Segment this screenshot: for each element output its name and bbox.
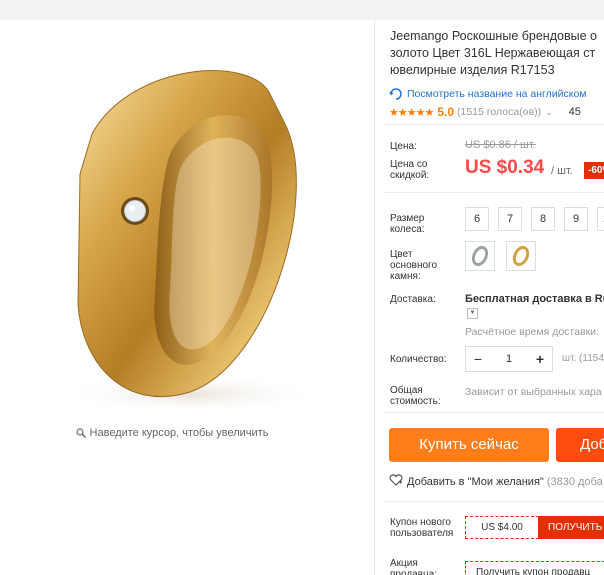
rating-votes: (1515 голоса(ов)) <box>457 106 542 118</box>
orders-count: 45 <box>568 106 581 118</box>
seller-promo-label: Акция продавца: <box>390 558 438 575</box>
quantity-input[interactable]: 1 <box>490 353 528 365</box>
product-title-line: ювелирные изделия R17153 <box>390 63 555 77</box>
shipping-value[interactable]: Бесплатная доставка в Ru <box>465 293 604 305</box>
product-title-line: Jeemango Роскошные брендовые о <box>390 29 597 43</box>
rating-stars: ★★★★★ <box>389 106 434 119</box>
top-bar <box>0 0 604 20</box>
gold-ring-icon <box>512 245 530 267</box>
product-title: Jeemango Роскошные брендовые о золото Цв… <box>390 28 604 79</box>
total-label: Общая стоимость: <box>390 385 441 407</box>
quantity-plus-button[interactable]: + <box>528 351 552 367</box>
shipping-label: Доставка: <box>390 294 436 305</box>
zoom-hint: Наведите курсор, чтобы увеличить <box>0 427 344 441</box>
quantity-minus-button[interactable]: − <box>466 351 490 367</box>
size-label: Размер колеса: <box>390 213 425 235</box>
silver-ring-icon <box>471 245 489 267</box>
quantity-stepper: − 1 + <box>465 346 553 372</box>
gold-ring-image <box>60 70 320 414</box>
translate-icon <box>389 87 403 101</box>
quantity-label: Количество: <box>390 354 447 365</box>
new-user-coupon-label: Купон нового пользователя <box>390 517 454 539</box>
old-price: US $0.86 / шт. <box>465 139 536 151</box>
color-option-gold[interactable] <box>506 241 536 271</box>
size-option-10[interactable]: 10 <box>597 207 604 231</box>
product-image[interactable] <box>20 34 360 434</box>
product-info-panel: Jeemango Роскошные брендовые о золото Цв… <box>375 20 604 575</box>
divider-line <box>383 501 604 502</box>
new-user-coupon-value: US $4.00 <box>465 516 539 539</box>
size-options: 6 7 8 9 10 <box>465 207 604 231</box>
divider-line <box>383 412 604 413</box>
wishlist-text: Добавить в "Мои желания" <box>407 475 544 488</box>
rating-row[interactable]: ★★★★★ 5.0 (1515 голоса(ов)) ⌄ 45 <box>389 105 581 119</box>
wishlist-count: (3830 доба <box>546 475 603 488</box>
size-option-7[interactable]: 7 <box>498 207 522 231</box>
size-option-6[interactable]: 6 <box>465 207 489 231</box>
price-label: Цена: <box>390 141 417 152</box>
get-seller-coupon-button[interactable]: Получить купон продавц <box>465 561 604 575</box>
product-title-line: золото Цвет 316L Нержавеющая ст <box>390 46 596 60</box>
color-option-silver[interactable] <box>465 241 495 271</box>
size-option-8[interactable]: 8 <box>531 207 555 231</box>
size-option-9[interactable]: 9 <box>564 207 588 231</box>
chevron-down-icon[interactable]: ▼ <box>467 308 478 319</box>
product-gallery: Наведите курсор, чтобы увеличить <box>0 20 374 575</box>
magnifier-icon <box>75 428 86 441</box>
discount-price: US $0.34 <box>465 157 545 178</box>
per-unit: / шт. <box>551 165 573 177</box>
zoom-hint-text: Наведите курсор, чтобы увеличить <box>89 427 269 439</box>
get-coupon-button[interactable]: ПОЛУЧИТЬ <box>538 516 604 539</box>
translate-title-link[interactable]: Посмотреть название на английском <box>389 87 587 101</box>
divider-line <box>383 124 604 125</box>
buy-now-button[interactable]: Купить сейчас <box>389 428 549 462</box>
total-note: Зависит от выбранных хара <box>465 386 602 398</box>
add-to-cart-button[interactable]: Доб <box>556 428 604 462</box>
quantity-available: шт. (1154 <box>562 353 604 364</box>
discount-price-label: Цена со скидкой: <box>390 159 430 181</box>
discount-badge: -60% <box>584 162 604 179</box>
heart-icon <box>389 474 403 489</box>
rating-score: 5.0 <box>437 105 454 119</box>
color-label: Цвет основного камня: <box>390 249 438 282</box>
delivery-time: Расчётное время доставки: <box>465 326 599 338</box>
translate-link-text: Посмотреть название на английском <box>407 88 587 100</box>
chevron-down-icon[interactable]: ⌄ <box>545 107 553 118</box>
color-options <box>465 241 547 271</box>
divider-line <box>383 192 604 193</box>
add-to-wishlist[interactable]: Добавить в "Мои желания" (3830 доба <box>389 474 603 489</box>
